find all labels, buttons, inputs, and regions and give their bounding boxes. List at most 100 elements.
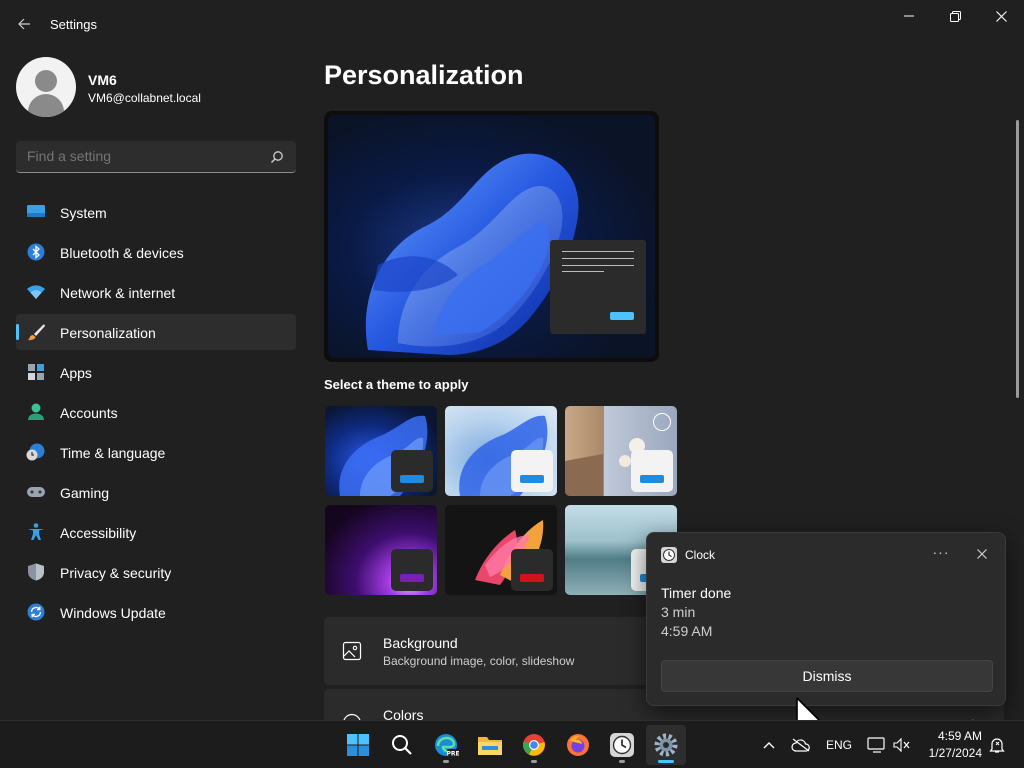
- sidebar-item-system[interactable]: System: [16, 194, 296, 230]
- sidebar-item-gaming[interactable]: Gaming: [16, 474, 296, 510]
- brush-icon: [28, 324, 45, 341]
- sidebar-item-label: Time & language: [60, 445, 166, 461]
- chevron-up-icon: [763, 742, 775, 749]
- sidebar-item-time-language[interactable]: Time & language: [16, 434, 296, 470]
- search-input[interactable]: [27, 148, 257, 164]
- show-hidden-icons-button[interactable]: [760, 733, 778, 757]
- dismiss-button[interactable]: Dismiss: [661, 660, 993, 692]
- preview-window: [550, 240, 646, 334]
- theme-preview: [324, 111, 659, 362]
- volume-tray[interactable]: [892, 733, 912, 757]
- sidebar-item-label: Windows Update: [60, 605, 166, 621]
- onedrive-tray[interactable]: [790, 733, 812, 757]
- cloud-offline-icon: [791, 738, 810, 752]
- sidebar-item-bluetooth[interactable]: Bluetooth & devices: [16, 234, 296, 270]
- theme-windows-dark[interactable]: [325, 406, 437, 496]
- search-icon: [392, 735, 412, 755]
- start-icon: [347, 734, 369, 756]
- taskbar-firefox[interactable]: [558, 725, 598, 765]
- clock-time[interactable]: 4:59 AM: [920, 729, 982, 743]
- sidebar-item-label: System: [60, 205, 107, 221]
- theme-spotlight[interactable]: [565, 406, 677, 496]
- sidebar-item-label: Network & internet: [60, 285, 176, 301]
- sidebar-item-accounts[interactable]: Accounts: [16, 394, 296, 430]
- taskbar-clock[interactable]: [602, 725, 642, 765]
- sidebar-item-label: Gaming: [60, 485, 110, 501]
- scrollbar[interactable]: [1016, 120, 1019, 398]
- theme-color-chip: [511, 450, 553, 492]
- theme-glow[interactable]: [325, 505, 437, 595]
- notification-time: 4:59 AM: [661, 623, 713, 639]
- gamepad-icon: [27, 487, 45, 497]
- background-subtitle: Background image, color, slideshow: [383, 654, 575, 668]
- clock-notification[interactable]: Clock ··· Timer done 3 min 4:59 AM Dismi…: [646, 532, 1006, 706]
- settings-icon: [654, 733, 678, 757]
- taskbar-search-button[interactable]: [382, 725, 422, 765]
- background-title: Background: [383, 635, 458, 651]
- close-icon: [995, 10, 1007, 22]
- file-explorer-icon: [478, 737, 502, 755]
- sidebar-item-accessibility[interactable]: Accessibility: [16, 514, 296, 550]
- globe-clock-icon: [26, 443, 45, 461]
- theme-color-chip: [391, 450, 433, 492]
- window-title: Settings: [50, 17, 97, 32]
- system-icon: [27, 205, 45, 217]
- chrome-icon: [523, 734, 545, 756]
- theme-color-chip: [511, 549, 553, 591]
- image-icon: [342, 641, 362, 661]
- clock-app-icon: [661, 547, 677, 563]
- user-profile[interactable]: VM6 VM6@collabnet.local: [16, 57, 296, 117]
- close-button[interactable]: [978, 0, 1024, 32]
- minimize-icon: [904, 15, 914, 17]
- wifi-icon: [27, 285, 45, 299]
- profile-name: VM6: [88, 72, 117, 88]
- theme-captured-motion[interactable]: [445, 505, 557, 595]
- sidebar-item-privacy-security[interactable]: Privacy & security: [16, 554, 296, 590]
- start-button[interactable]: [338, 725, 378, 765]
- edge-icon: PRE: [435, 734, 459, 758]
- restore-icon: [949, 10, 961, 22]
- taskbar-settings[interactable]: [646, 725, 686, 765]
- back-arrow-icon: [18, 18, 30, 30]
- theme-color-chip: [631, 450, 673, 492]
- notification-center-button[interactable]: [986, 733, 1008, 757]
- page-title: Personalization: [324, 60, 524, 90]
- svg-text:PRE: PRE: [446, 751, 459, 758]
- shield-icon: [28, 563, 44, 581]
- sidebar-item-label: Bluetooth & devices: [60, 245, 184, 261]
- taskbar: PRE ENG 4:59 AM 1/27/2024: [0, 720, 1024, 768]
- volume-muted-icon: [893, 737, 910, 753]
- update-icon: [27, 603, 45, 621]
- sidebar-item-apps[interactable]: Apps: [16, 354, 296, 390]
- clock-app-icon: [610, 733, 634, 757]
- bluetooth-icon: [27, 243, 45, 261]
- account-icon: [28, 403, 44, 420]
- restore-button[interactable]: [932, 0, 978, 32]
- more-options-button[interactable]: ···: [930, 544, 952, 564]
- minimize-button[interactable]: [886, 0, 932, 32]
- accessibility-icon: [28, 523, 44, 540]
- theme-color-chip: [391, 549, 433, 591]
- back-button[interactable]: [12, 12, 36, 36]
- sidebar-item-personalization[interactable]: Personalization: [16, 314, 296, 350]
- sidebar-nav: System Bluetooth & devices Network & int…: [16, 194, 296, 634]
- apps-icon: [28, 364, 44, 380]
- taskbar-edge[interactable]: PRE: [426, 725, 466, 765]
- taskbar-file-explorer[interactable]: [470, 725, 510, 765]
- sidebar-item-label: Personalization: [60, 325, 156, 341]
- notification-duration: 3 min: [661, 604, 696, 620]
- taskbar-chrome[interactable]: [514, 725, 554, 765]
- notification-close-button[interactable]: [971, 544, 993, 564]
- language-indicator[interactable]: ENG: [826, 738, 852, 752]
- sidebar-item-label: Apps: [60, 365, 92, 381]
- sidebar-item-label: Privacy & security: [60, 565, 172, 581]
- theme-windows-light[interactable]: [445, 406, 557, 496]
- search-box[interactable]: [16, 141, 296, 173]
- notification-app-name: Clock: [685, 548, 716, 562]
- avatar: [16, 57, 76, 117]
- sidebar-item-network[interactable]: Network & internet: [16, 274, 296, 310]
- sidebar-item-windows-update[interactable]: Windows Update: [16, 594, 296, 630]
- firefox-icon: [567, 734, 589, 756]
- clock-date[interactable]: 1/27/2024: [914, 746, 982, 760]
- network-tray[interactable]: [866, 733, 888, 757]
